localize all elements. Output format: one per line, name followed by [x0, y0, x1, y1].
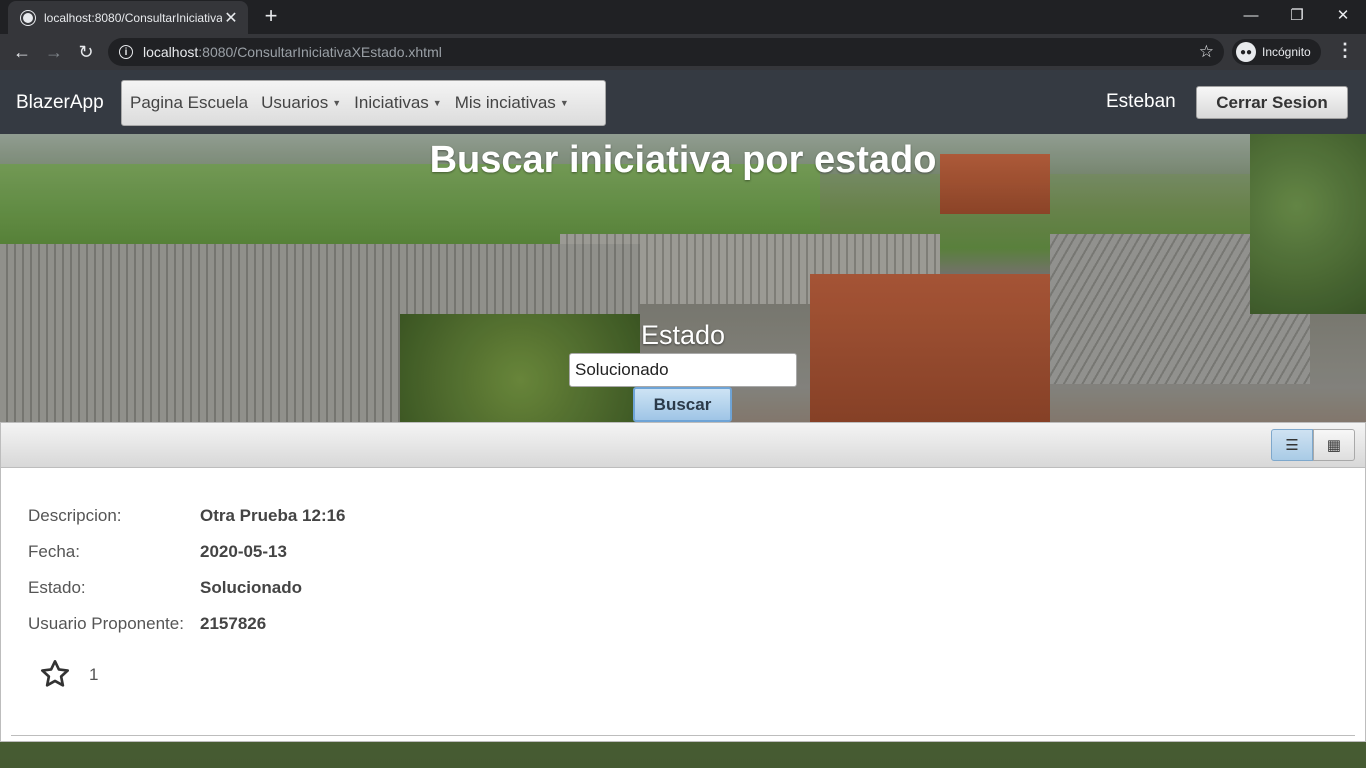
incognito-icon: ●● — [1236, 42, 1256, 62]
back-icon[interactable]: ← — [8, 38, 36, 66]
page-title: Buscar iniciativa por estado — [429, 139, 937, 181]
caret-down-icon: ▼ — [559, 98, 569, 108]
caret-down-icon: ▼ — [432, 98, 442, 108]
dataview-header: ☰ ▦ — [1, 423, 1365, 468]
caret-down-icon: ▼ — [332, 98, 342, 108]
logout-button[interactable]: Cerrar Sesion — [1196, 86, 1348, 119]
incognito-badge[interactable]: ●● Incógnito — [1232, 39, 1321, 65]
close-tab-icon[interactable]: ✕ — [222, 8, 240, 28]
url-text[interactable]: localhost:8080/ConsultarIniciativaXEstad… — [143, 44, 442, 60]
likes-count: 1 — [89, 665, 99, 684]
bookmark-star-icon[interactable]: ☆ — [1199, 42, 1214, 62]
star-icon[interactable] — [39, 658, 71, 690]
grid-layout-icon[interactable]: ▦ — [1313, 429, 1355, 461]
browser-titlebar: localhost:8080/ConsultarIniciativaXEstad… — [0, 0, 1366, 34]
info-icon[interactable]: i — [119, 45, 133, 59]
browser-toolbar: ← → ↻ i localhost:8080/ConsultarIniciati… — [0, 34, 1366, 70]
menu-item-pagina-escuela[interactable]: Pagina Escuela — [130, 93, 248, 113]
menu-item-mis-iniciativas[interactable]: Mis inciativas ▼ — [455, 93, 569, 113]
forward-icon[interactable]: → — [40, 38, 68, 66]
app-navbar: BlazerApp Pagina Escuela Usuarios ▼ Inici… — [0, 70, 1366, 134]
detail-row-usuario: Usuario Proponente: 2157826 — [28, 614, 267, 633]
tab-title: localhost:8080/ConsultarIniciativaXEstad… — [44, 10, 222, 25]
address-bar[interactable]: i localhost:8080/ConsultarIniciativaXEst… — [108, 38, 1224, 66]
restore-icon[interactable]: ❐ — [1274, 0, 1320, 30]
close-window-icon[interactable]: ✕ — [1320, 0, 1366, 30]
new-tab-icon[interactable]: + — [258, 3, 284, 29]
estado-input[interactable] — [569, 353, 797, 387]
user-name: Esteban — [1106, 91, 1176, 112]
estado-label: Estado — [640, 320, 726, 350]
results-dataview: ☰ ▦ Descripcion: Otra Prueba 12:16 Fecha… — [0, 422, 1366, 742]
browser-tab[interactable]: localhost:8080/ConsultarIniciativaXEstad… — [8, 1, 248, 34]
divider — [11, 735, 1355, 736]
minimize-icon[interactable]: — — [1228, 0, 1274, 30]
main-menubar: Pagina Escuela Usuarios ▼ Iniciativas ▼ Mi… — [121, 80, 606, 126]
detail-row-estado: Estado: Solucionado — [28, 578, 302, 597]
detail-row-descripcion: Descripcion: Otra Prueba 12:16 — [28, 506, 346, 525]
search-button[interactable]: Buscar — [633, 387, 732, 422]
reload-icon[interactable]: ↻ — [72, 38, 100, 66]
brand-link[interactable]: BlazerApp — [16, 92, 104, 114]
browser-menu-icon[interactable]: ⋮ — [1336, 40, 1354, 61]
globe-icon — [20, 9, 36, 26]
menu-item-usuarios[interactable]: Usuarios ▼ — [261, 93, 341, 113]
list-layout-icon[interactable]: ☰ — [1271, 429, 1313, 461]
detail-row-fecha: Fecha: 2020-05-13 — [28, 542, 287, 561]
menu-item-iniciativas[interactable]: Iniciativas ▼ — [354, 93, 442, 113]
